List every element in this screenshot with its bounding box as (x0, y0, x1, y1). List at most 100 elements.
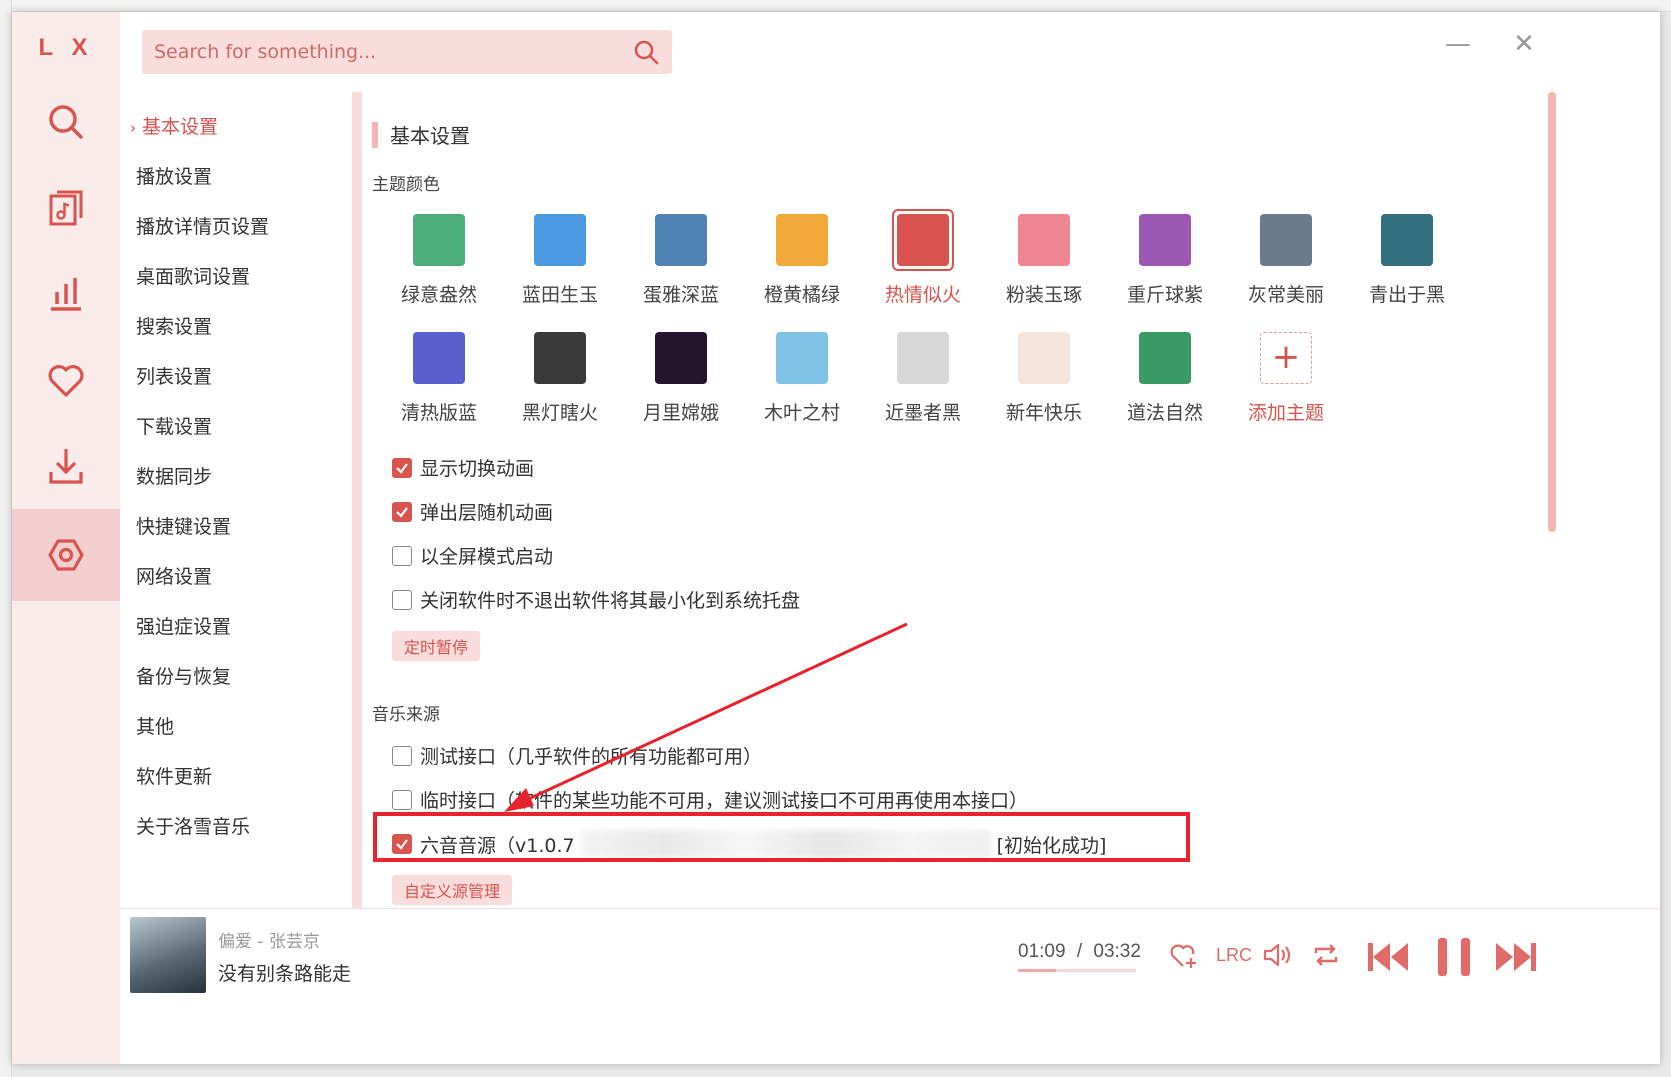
theme-option[interactable]: 橙黄橘绿 (747, 214, 857, 307)
scrollbar[interactable] (1548, 92, 1556, 532)
plus-icon: + (1260, 332, 1312, 384)
theme-swatch (413, 332, 465, 384)
nav-item-about[interactable]: 关于洛雪音乐 (136, 812, 250, 839)
theme-option[interactable]: 灰常美丽 (1231, 214, 1341, 307)
theme-label: 黑灯瞎火 (521, 402, 598, 424)
checkbox-source-test[interactable]: 测试接口（几乎软件的所有功能都可用） (392, 742, 762, 769)
theme-option[interactable]: 青出于黑 (1352, 214, 1462, 307)
next-icon (1496, 943, 1536, 971)
theme-swatch (534, 332, 586, 384)
section-marker (372, 121, 378, 148)
app-logo: L X (38, 34, 94, 61)
add-theme-button[interactable]: + 添加主题 (1231, 332, 1341, 425)
theme-label: 蓝田生玉 (521, 284, 598, 306)
nav-item-sync[interactable]: 数据同步 (136, 462, 212, 489)
annotation-frame (373, 812, 1190, 862)
theme-option[interactable]: 黑灯瞎火 (505, 332, 615, 425)
heart-add-icon (1170, 944, 1196, 968)
theme-option[interactable]: 粉装玉琢 (989, 214, 1099, 307)
checkbox-unchecked-icon[interactable] (392, 589, 412, 610)
app-window: L X — ✕ ›基本设置 播放设置 播放详情页设置 桌面歌词设置 搜索设置 (12, 12, 1660, 1064)
next-button[interactable] (1492, 935, 1540, 979)
nav-item-odc[interactable]: 强迫症设置 (136, 612, 231, 639)
minimize-button[interactable]: — (1440, 26, 1476, 62)
rail-leaderboard-button[interactable] (12, 248, 120, 340)
theme-option[interactable]: 绿意盎然 (384, 214, 494, 307)
theme-swatch (897, 214, 949, 266)
nav-item-basic[interactable]: › 基本设置 (130, 112, 218, 139)
nav-item-search[interactable]: 搜索设置 (136, 312, 212, 339)
checkbox-unchecked-icon[interactable] (392, 545, 412, 566)
theme-swatch (413, 214, 465, 266)
theme-swatch (1018, 332, 1070, 384)
custom-source-button[interactable]: 自定义源管理 (392, 875, 513, 905)
nav-item-other[interactable]: 其他 (136, 712, 174, 739)
theme-option[interactable]: 近墨者黑 (868, 332, 978, 425)
song-title[interactable]: 偏爱 - 张芸京 (218, 927, 320, 952)
nav-item-update[interactable]: 软件更新 (136, 762, 212, 789)
close-button[interactable]: ✕ (1506, 26, 1542, 62)
theme-option[interactable]: 新年快乐 (989, 332, 1099, 425)
theme-label: 清热版蓝 (400, 402, 477, 424)
checkbox-source-temp[interactable]: 临时接口（软件的某些功能不可用，建议测试接口不可用再使用本接口） (392, 786, 1028, 813)
pause-icon (1438, 938, 1470, 976)
nav-item-list[interactable]: 列表设置 (136, 362, 212, 389)
search-icon (49, 105, 83, 139)
song-lyric: 没有别条路能走 (218, 963, 352, 985)
current-time: 01:09 (1018, 941, 1066, 962)
nav-item-backup[interactable]: 备份与恢复 (136, 662, 231, 689)
theme-swatch (897, 332, 949, 384)
theme-option[interactable]: 蓝田生玉 (505, 214, 615, 307)
nav-item-download[interactable]: 下载设置 (136, 412, 212, 439)
nav-item-network[interactable]: 网络设置 (136, 562, 212, 589)
search-input[interactable] (154, 41, 632, 63)
chevron-right-icon: › (130, 119, 136, 137)
settings-icon (48, 539, 84, 571)
rail-download-button[interactable] (12, 420, 120, 512)
theme-option[interactable]: 重斤球紫 (1110, 214, 1220, 307)
background-window-edge (0, 0, 1671, 12)
checkbox-checked-icon[interactable] (392, 501, 412, 522)
heart-icon (48, 365, 84, 397)
favorite-button[interactable] (1164, 935, 1204, 975)
checkbox-fullscreen[interactable]: 以全屏模式启动 (392, 542, 553, 569)
checkbox-checked-icon[interactable] (392, 457, 412, 478)
theme-option[interactable]: 道法自然 (1110, 332, 1220, 425)
rail-songlist-button[interactable] (12, 162, 120, 254)
nav-item-desktop-lyric[interactable]: 桌面歌词设置 (136, 262, 250, 289)
previous-button[interactable] (1364, 935, 1412, 979)
rail-settings-button[interactable] (12, 509, 120, 601)
theme-label: 绿意盎然 (400, 284, 477, 306)
volume-button[interactable] (1258, 935, 1298, 975)
theme-option[interactable]: 热情似火 (868, 209, 978, 307)
nav-item-hotkey[interactable]: 快捷键设置 (136, 512, 231, 539)
checkbox-show-animation[interactable]: 显示切换动画 (392, 454, 534, 481)
music-list-icon (49, 190, 83, 226)
theme-option[interactable]: 清热版蓝 (384, 332, 494, 425)
theme-swatch (534, 214, 586, 266)
lyric-button[interactable]: LRC (1212, 935, 1256, 975)
theme-swatch (655, 332, 707, 384)
nav-item-play-detail[interactable]: 播放详情页设置 (136, 212, 269, 239)
theme-label: 灰常美丽 (1247, 284, 1324, 306)
search-bar (142, 30, 672, 74)
repeat-button[interactable] (1306, 935, 1346, 975)
rail-favorite-button[interactable] (12, 334, 120, 426)
theme-option[interactable]: 蛋雅深蓝 (626, 214, 736, 307)
section-header: 基本设置 (372, 120, 470, 149)
checkbox-unchecked-icon[interactable] (392, 745, 412, 766)
checkbox-tray[interactable]: 关闭软件时不退出软件将其最小化到系统托盘 (392, 586, 800, 613)
theme-option[interactable]: 木叶之村 (747, 332, 857, 425)
theme-swatch (1139, 332, 1191, 384)
theme-option[interactable]: 月里嫦娥 (626, 332, 736, 425)
theme-label: 橙黄橘绿 (763, 284, 840, 306)
nav-item-play[interactable]: 播放设置 (136, 162, 212, 189)
album-cover[interactable] (130, 917, 206, 993)
pause-button[interactable] (1432, 935, 1476, 979)
checkbox-popup-animation[interactable]: 弹出层随机动画 (392, 498, 553, 525)
rail-search-button[interactable] (12, 76, 120, 168)
search-icon[interactable] (632, 38, 660, 66)
progress-bar[interactable] (1018, 969, 1136, 972)
checkbox-unchecked-icon[interactable] (392, 789, 412, 810)
timer-pause-button[interactable]: 定时暂停 (392, 631, 481, 661)
